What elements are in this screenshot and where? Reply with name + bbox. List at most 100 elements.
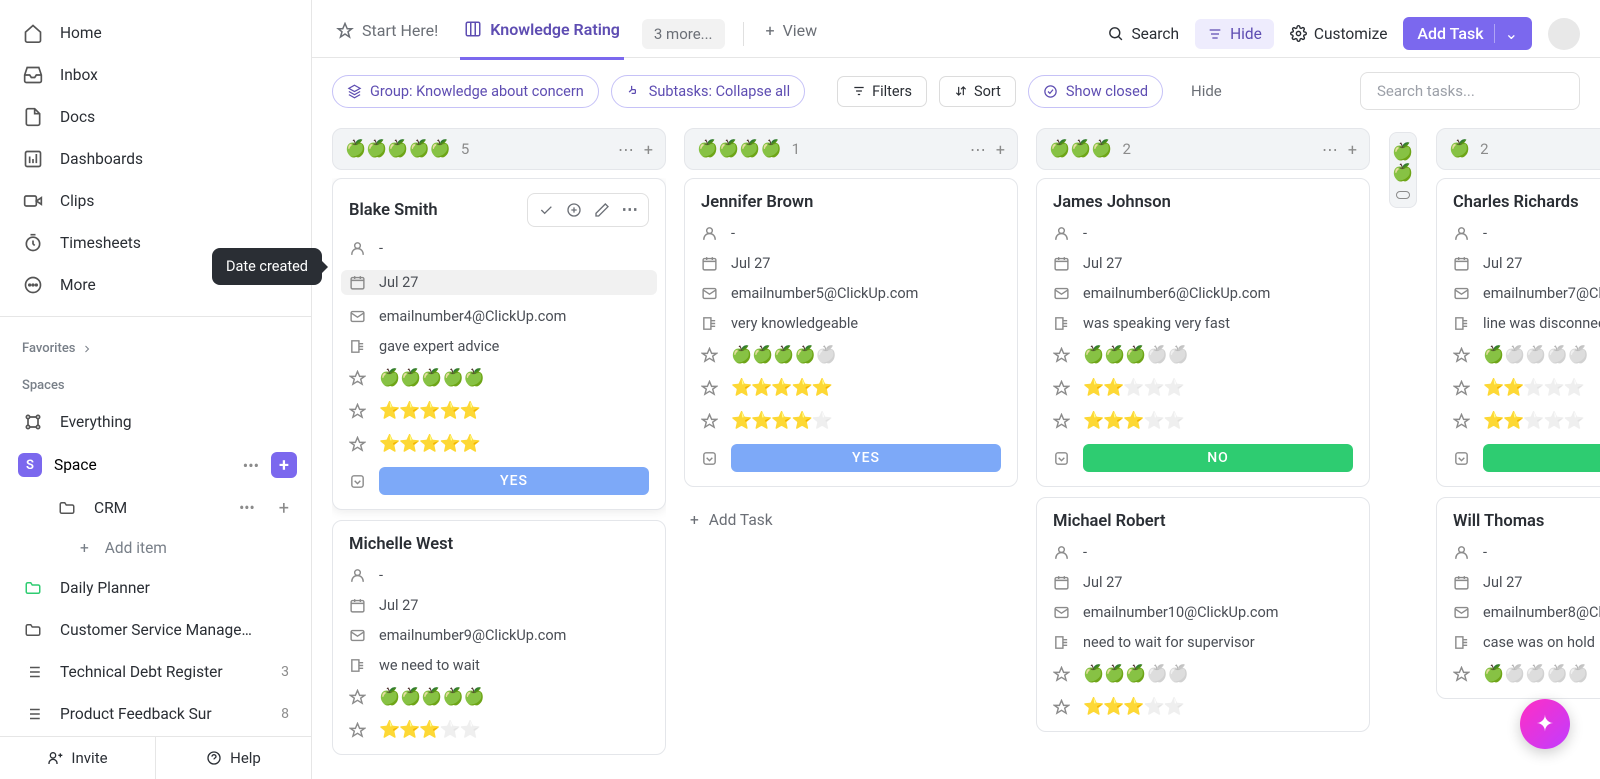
- add-task-button[interactable]: Add Task⌄: [1403, 17, 1532, 50]
- avatar-button[interactable]: [1548, 18, 1580, 50]
- card-assignee-row: -: [1053, 544, 1353, 561]
- sort-button[interactable]: Sort: [939, 76, 1016, 107]
- card-resolved-row[interactable]: YES: [701, 444, 1001, 472]
- card-resolved-row[interactable]: YES: [349, 467, 649, 495]
- more-dots-icon[interactable]: ⋯: [970, 140, 986, 159]
- more-icon[interactable]: ⋯: [622, 200, 639, 220]
- card-date-row: Jul 27: [1053, 255, 1353, 272]
- more-dots-icon[interactable]: ⋯: [618, 140, 634, 159]
- column-count: 2: [1480, 140, 1488, 158]
- check-icon[interactable]: [538, 202, 554, 218]
- task-card[interactable]: Will Thomas-Jul 27emailnumber8@Cliccase …: [1436, 497, 1600, 699]
- sidebar-item-label: Customer Service Manage…: [60, 621, 252, 639]
- favorites-section[interactable]: Favorites: [0, 327, 311, 364]
- invite-button[interactable]: Invite: [0, 737, 156, 779]
- column-header[interactable]: 🍏🍏🍏🍏1⋯+: [684, 128, 1018, 170]
- add-task-row[interactable]: +Add Task: [684, 497, 1018, 543]
- more-dots-icon[interactable]: •••: [239, 499, 255, 517]
- column-header[interactable]: 🍏🍏🍏🍏🍏5⋯+: [332, 128, 666, 170]
- sidebar-item-daily-planner[interactable]: Daily Planner: [0, 567, 311, 609]
- task-card[interactable]: Michael Robert-Jul 27emailnumber10@Click…: [1036, 497, 1370, 732]
- sidebar-item-clips[interactable]: Clips: [0, 180, 311, 222]
- space-badge: S: [18, 453, 42, 477]
- add-item-button[interactable]: + Add item: [44, 529, 311, 567]
- sidebar-item-everything[interactable]: Everything: [0, 401, 311, 443]
- add-item-label: Add item: [105, 539, 167, 557]
- plus-icon: +: [80, 539, 89, 557]
- collapsed-column[interactable]: 🍏🍏: [1388, 128, 1418, 779]
- more-dots-icon[interactable]: •••: [243, 456, 259, 475]
- column-apples: 🍏: [1449, 139, 1470, 159]
- subtask-icon: [626, 84, 641, 99]
- folder-icon: [22, 619, 44, 641]
- task-card[interactable]: Blake Smith⋯-Jul 27emailnumber4@ClickUp.…: [332, 178, 666, 510]
- column-header[interactable]: 🍏2⋯+: [1436, 128, 1600, 170]
- invite-label: Invite: [71, 749, 107, 767]
- chevron-down-icon[interactable]: ⌄: [1494, 24, 1518, 43]
- clips-icon: [22, 190, 44, 212]
- plus-icon[interactable]: +: [279, 498, 289, 519]
- sidebar-item-crm[interactable]: CRM•••+: [44, 487, 311, 529]
- card-stars-row: ⭐⭐⭐⭐⭐: [349, 434, 649, 454]
- sidebar-item-csm[interactable]: Customer Service Manage…: [0, 609, 311, 651]
- sidebar-item-inbox[interactable]: Inbox: [0, 54, 311, 96]
- task-card[interactable]: Charles Richards-Jul 27emailnumber7@Clic…: [1436, 178, 1600, 487]
- group-pill[interactable]: Group: Knowledge about concern: [332, 75, 599, 108]
- help-label: Help: [230, 749, 261, 767]
- subtasks-pill[interactable]: Subtasks: Collapse all: [611, 75, 805, 108]
- card-apples-row: 🍏🍏🍏🍏🍏: [349, 368, 649, 388]
- hide-button[interactable]: Hide: [1195, 19, 1274, 49]
- customize-button[interactable]: Customize: [1290, 25, 1388, 43]
- add-view-button[interactable]: +View: [762, 9, 822, 58]
- task-card[interactable]: Jennifer Brown-Jul 27emailnumber5@ClickU…: [684, 178, 1018, 487]
- board-column: 🍏🍏🍏🍏🍏 5 ⋯ + Blake Smith⋯-Jul 27emailnumber4@…: [332, 128, 666, 779]
- plus-icon[interactable]: +: [644, 140, 653, 159]
- folder-icon: [22, 577, 44, 599]
- customize-label: Customize: [1314, 25, 1388, 43]
- more-tabs-button[interactable]: 3 more...: [642, 19, 725, 49]
- hide-filters-button[interactable]: Hide: [1175, 82, 1238, 100]
- board: 🍏🍏🍏🍏🍏 5 ⋯ + Blake Smith⋯-Jul 27emailnumber4@…: [312, 124, 1600, 779]
- card-assignee-row: -: [701, 225, 1001, 242]
- task-card[interactable]: James Johnson-Jul 27emailnumber6@ClickUp…: [1036, 178, 1370, 487]
- search-icon: [1107, 25, 1124, 42]
- space-row[interactable]: S Space ••• +: [0, 443, 311, 487]
- card-resolved-row[interactable]: NO: [1053, 444, 1353, 472]
- sidebar-item-label: Daily Planner: [60, 579, 150, 597]
- filterbar: Group: Knowledge about concern Subtasks:…: [312, 58, 1600, 124]
- more-dots-icon[interactable]: ⋯: [1322, 140, 1338, 159]
- sidebar-item-dashboards[interactable]: Dashboards: [0, 138, 311, 180]
- task-card[interactable]: Michelle West-Jul 27emailnumber9@ClickUp…: [332, 520, 666, 755]
- show-closed-pill[interactable]: Show closed: [1028, 75, 1163, 108]
- card-resolved-row[interactable]: NO: [1453, 444, 1600, 472]
- sidebar-item-home[interactable]: Home: [0, 12, 311, 54]
- card-toolbar[interactable]: ⋯: [527, 193, 650, 227]
- card-title-text: Jennifer Brown: [701, 193, 813, 212]
- plus-icon[interactable]: +: [996, 140, 1005, 159]
- search-button[interactable]: Search: [1107, 25, 1179, 43]
- fab-button[interactable]: ✦: [1520, 699, 1570, 749]
- column-count: 5: [461, 140, 469, 158]
- sidebar-item-tech-debt[interactable]: Technical Debt Register3: [0, 651, 311, 693]
- card-date-row[interactable]: Jul 27: [341, 270, 657, 295]
- edit-icon[interactable]: [594, 202, 610, 218]
- filters-button[interactable]: Filters: [837, 76, 927, 107]
- space-add-button[interactable]: +: [271, 452, 297, 478]
- column-header[interactable]: 🍏🍏🍏2⋯+: [1036, 128, 1370, 170]
- search-tasks-input[interactable]: Search tasks...: [1360, 72, 1580, 110]
- plus-circle-icon[interactable]: [566, 202, 582, 218]
- inbox-icon: [22, 64, 44, 86]
- tab-label: Knowledge Rating: [490, 20, 620, 39]
- card-date-row: Jul 27: [701, 255, 1001, 272]
- tab-start-here[interactable]: Start Here!: [332, 9, 442, 58]
- sidebar-item-docs[interactable]: Docs: [0, 96, 311, 138]
- sidebar-item-label: Docs: [60, 108, 95, 126]
- plus-icon[interactable]: +: [1348, 140, 1357, 159]
- sidebar-item-feedback[interactable]: Product Feedback Sur8: [0, 693, 311, 735]
- card-stars-row: ⭐⭐⭐⭐⭐: [1053, 378, 1353, 398]
- tab-knowledge-rating[interactable]: Knowledge Rating: [460, 8, 624, 60]
- spaces-label: Spaces: [22, 378, 65, 393]
- card-email-row: emailnumber9@ClickUp.com: [349, 627, 649, 644]
- sidebar-item-label: Everything: [60, 413, 132, 431]
- help-button[interactable]: Help: [156, 737, 311, 779]
